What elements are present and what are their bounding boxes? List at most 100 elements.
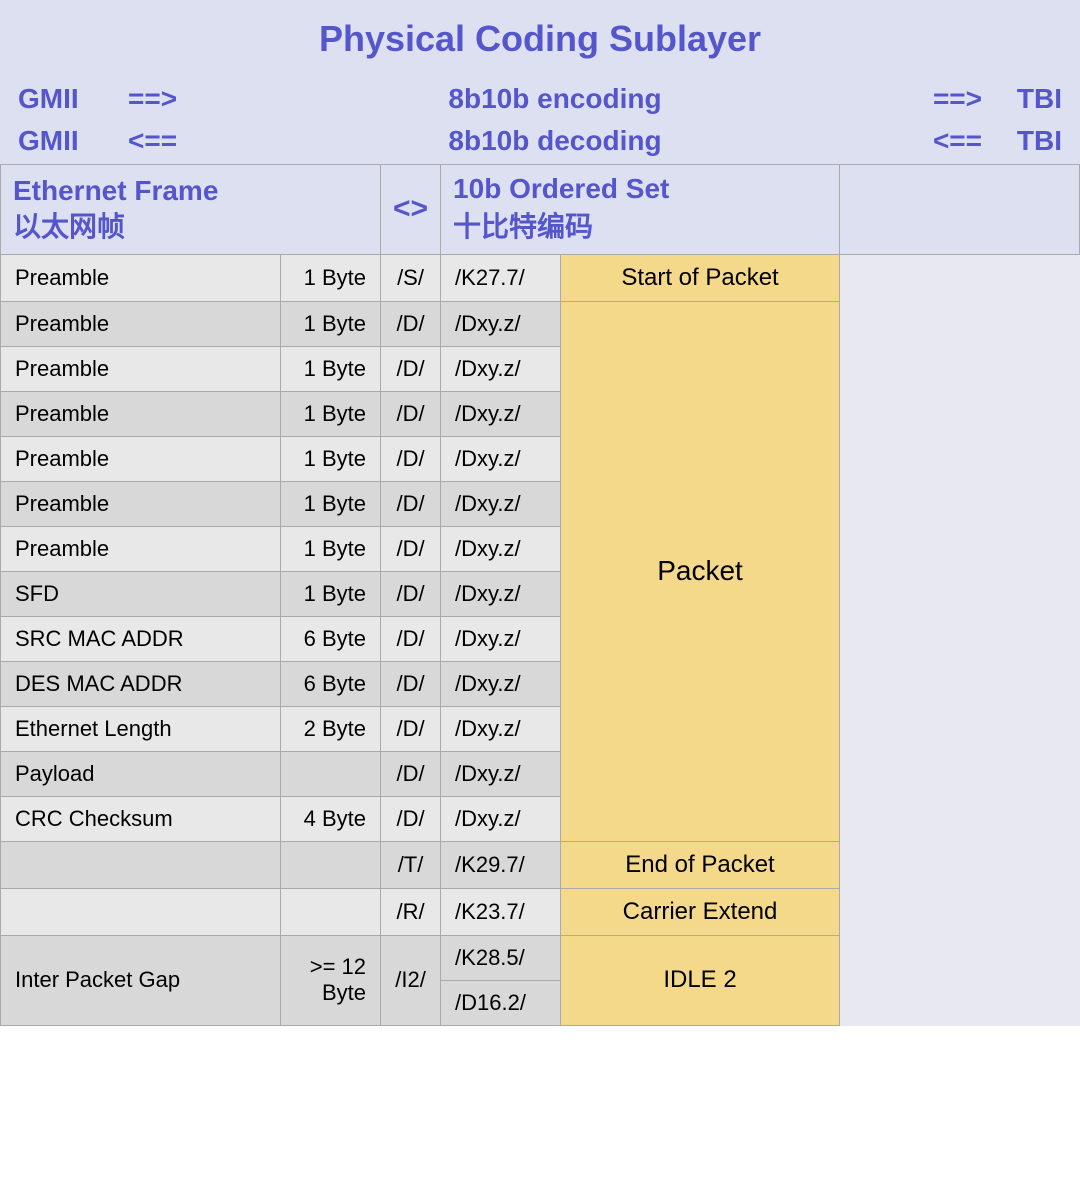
row-code1: /D/ (381, 526, 441, 571)
table-row: Preamble 1 Byte /D/ /Dxy.z/ Packet (1, 301, 1080, 346)
row-size: 1 Byte (281, 254, 381, 301)
row-name: Preamble (1, 526, 281, 571)
gmii-label-1: GMII (18, 78, 128, 120)
ipg-desc: IDLE 2 (561, 935, 840, 1025)
table-row: Preamble 1 Byte /D/ /Dxy.z/ (1, 391, 1080, 436)
row-code2: /Dxy.z/ (441, 436, 561, 481)
title-bar: Physical Coding Sublayer (0, 0, 1080, 74)
row-code2: /Dxy.z/ (441, 616, 561, 661)
row-code1: /D/ (381, 661, 441, 706)
row-code1: /D/ (381, 436, 441, 481)
gmii-row-1: GMII ==> 8b10b encoding ==> TBI (18, 78, 1062, 120)
packet-cell: Packet (561, 301, 840, 841)
table-row: /T/ /K29.7/ End of Packet (1, 841, 1080, 888)
gmii-label-2: GMII (18, 120, 128, 162)
row-size: 6 Byte (281, 616, 381, 661)
ipg-code2-1: /K28.5/ (441, 935, 561, 980)
row-code1: /R/ (381, 888, 441, 935)
row-code1: /D/ (381, 301, 441, 346)
row-code2: /K29.7/ (441, 841, 561, 888)
row-code1: /D/ (381, 346, 441, 391)
row-code2: /Dxy.z/ (441, 571, 561, 616)
row-size: 6 Byte (281, 661, 381, 706)
row-name: Payload (1, 751, 281, 796)
row-name: SFD (1, 571, 281, 616)
header-eth: Ethernet Frame 以太网帧 (1, 165, 381, 255)
ipg-code1: /I2/ (381, 935, 441, 1025)
row-size (281, 751, 381, 796)
row-name: Ethernet Length (1, 706, 281, 751)
gmii-encoding-1: 8b10b encoding (208, 78, 902, 120)
table-row: Preamble 1 Byte /D/ /Dxy.z/ (1, 481, 1080, 526)
gmii-arrow2-1: ==> (902, 78, 982, 120)
row-name: SRC MAC ADDR (1, 616, 281, 661)
main-table: Ethernet Frame 以太网帧 <> 10b Ordered Set 十… (0, 164, 1080, 1026)
row-code2: /Dxy.z/ (441, 301, 561, 346)
main-title: Physical Coding Sublayer (0, 18, 1080, 60)
table-row: SFD 1 Byte /D/ /Dxy.z/ (1, 571, 1080, 616)
row-code1: /D/ (381, 391, 441, 436)
gmii-encoding-2: 8b10b decoding (208, 120, 902, 162)
row-code2: /Dxy.z/ (441, 481, 561, 526)
table-row: CRC Checksum 4 Byte /D/ /Dxy.z/ (1, 796, 1080, 841)
table-row: Preamble 1 Byte /D/ /Dxy.z/ (1, 436, 1080, 481)
table-row: Preamble 1 Byte /D/ /Dxy.z/ (1, 346, 1080, 391)
row-code2: /Dxy.z/ (441, 751, 561, 796)
row-code2: /K27.7/ (441, 254, 561, 301)
row-name (1, 841, 281, 888)
page-container: Physical Coding Sublayer GMII ==> 8b10b … (0, 0, 1080, 1026)
row-name: Preamble (1, 346, 281, 391)
row-code2: /Dxy.z/ (441, 796, 561, 841)
row-name (1, 888, 281, 935)
row-code1: /D/ (381, 706, 441, 751)
row-code2: /Dxy.z/ (441, 661, 561, 706)
row-code1: /D/ (381, 616, 441, 661)
row-code1: /S/ (381, 254, 441, 301)
table-row: Preamble 1 Byte /D/ /Dxy.z/ (1, 526, 1080, 571)
row-code1: /D/ (381, 481, 441, 526)
row-code1: /T/ (381, 841, 441, 888)
row-size: 1 Byte (281, 346, 381, 391)
row-code2: /Dxy.z/ (441, 706, 561, 751)
row-name: Preamble (1, 254, 281, 301)
row-name: Preamble (1, 436, 281, 481)
row-name: Preamble (1, 301, 281, 346)
row-size (281, 841, 381, 888)
header-desc-empty (840, 165, 1080, 255)
row-size (281, 888, 381, 935)
gmii-tbi-2: TBI (982, 120, 1062, 162)
row-code2: /K23.7/ (441, 888, 561, 935)
end-of-packet: End of Packet (561, 841, 840, 888)
row-code1: /D/ (381, 796, 441, 841)
gmii-section: GMII ==> 8b10b encoding ==> TBI GMII <==… (0, 74, 1080, 164)
row-size: 4 Byte (281, 796, 381, 841)
ipg-size: >= 12 Byte (281, 935, 381, 1025)
row-code2: /Dxy.z/ (441, 526, 561, 571)
gmii-row-2: GMII <== 8b10b decoding <== TBI (18, 120, 1062, 162)
row-size: 1 Byte (281, 481, 381, 526)
row-size: 1 Byte (281, 436, 381, 481)
gmii-arrow-1: ==> (128, 78, 208, 120)
table-row: Ethernet Length 2 Byte /D/ /Dxy.z/ (1, 706, 1080, 751)
table-row: Preamble 1 Byte /S/ /K27.7/ Start of Pac… (1, 254, 1080, 301)
inter-packet-gap-row: Inter Packet Gap >= 12 Byte /I2/ /K28.5/… (1, 935, 1080, 980)
row-size: 1 Byte (281, 301, 381, 346)
gmii-tbi-1: TBI (982, 78, 1062, 120)
row-code2: /Dxy.z/ (441, 346, 561, 391)
row-size: 1 Byte (281, 391, 381, 436)
gmii-arrow2-2: <== (902, 120, 982, 162)
table-row: SRC MAC ADDR 6 Byte /D/ /Dxy.z/ (1, 616, 1080, 661)
row-code1: /D/ (381, 751, 441, 796)
table-row: /R/ /K23.7/ Carrier Extend (1, 888, 1080, 935)
table-row: DES MAC ADDR 6 Byte /D/ /Dxy.z/ (1, 661, 1080, 706)
row-code2: /Dxy.z/ (441, 391, 561, 436)
row-name: Preamble (1, 481, 281, 526)
row-name: DES MAC ADDR (1, 661, 281, 706)
table-row: Payload /D/ /Dxy.z/ (1, 751, 1080, 796)
carrier-extend: Carrier Extend (561, 888, 840, 935)
header-ordered: 10b Ordered Set 十比特编码 (441, 165, 840, 255)
row-size: 1 Byte (281, 526, 381, 571)
gmii-arrow-2: <== (128, 120, 208, 162)
header-arrow: <> (381, 165, 441, 255)
ipg-name: Inter Packet Gap (1, 935, 281, 1025)
